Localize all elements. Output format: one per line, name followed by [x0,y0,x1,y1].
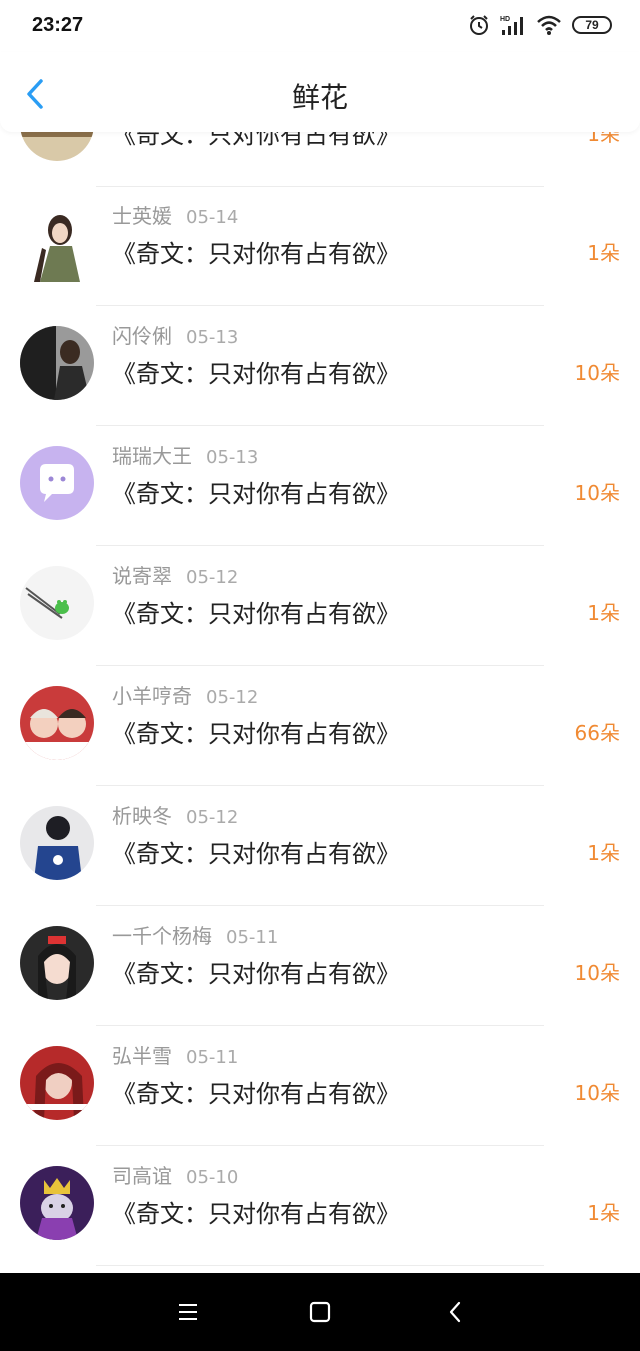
menu-button[interactable] [173,1297,203,1327]
wifi-icon [536,14,562,36]
status-time: 23:27 [32,14,84,36]
item-meta: 士英媛 05-14 [112,200,238,229]
flower-count: 1朵 [587,601,620,625]
flower-count: 1朵 [587,841,620,865]
list-item[interactable]: 小羊哼奇 05-12 《奇文：只对你有占有欲》 66朵 [0,666,640,786]
user-name: 说寄翠 [112,564,172,588]
book-title: 《奇文：只对你有占有欲》 [112,840,400,868]
avatar[interactable] [20,326,94,400]
list-item[interactable]: 一千个杨梅 05-11 《奇文：只对你有占有欲》 10朵 [0,906,640,1026]
divider [96,1265,544,1266]
list-item[interactable]: 瑞瑞大王 05-13 《奇文：只对你有占有欲》 10朵 [0,426,640,546]
item-meta: 弘半雪 05-11 [112,1040,238,1069]
book-title: 《奇文：只对你有占有欲》 [112,720,400,748]
user-name: 士英媛 [112,204,172,228]
home-button[interactable] [305,1297,335,1327]
book-title: 《奇文：只对你有占有欲》 [112,1080,400,1108]
flower-count: 1朵 [587,241,620,265]
item-date: 05-11 [186,1047,239,1068]
item-date: 05-12 [206,687,259,708]
avatar[interactable] [20,926,94,1000]
item-date: 05-10 [186,1167,239,1188]
page-title: 鲜花 [291,81,348,114]
avatar[interactable] [20,446,94,520]
item-meta: 闪伶俐 05-13 [112,320,238,349]
battery-icon: 79 [572,16,612,34]
avatar[interactable] [20,806,94,880]
item-meta: 小羊哼奇 05-12 [112,680,258,709]
status-bar: 23:27 HD 79 [0,0,640,52]
item-date: 05-11 [226,927,279,948]
list-item[interactable]: 说寄翠 05-12 《奇文：只对你有占有欲》 1朵 [0,546,640,666]
flower-count: 10朵 [574,961,620,985]
avatar[interactable] [20,208,94,282]
item-meta: 司高谊 05-10 [112,1160,238,1189]
user-name: 小羊哼奇 [112,684,192,708]
alarm-icon [468,14,490,36]
list-item[interactable]: 闪伶俐 05-13 《奇文：只对你有占有欲》 10朵 [0,306,640,426]
system-back-button[interactable] [440,1297,470,1327]
avatar[interactable] [20,1166,94,1240]
item-date: 05-14 [186,207,239,228]
system-nav-bar [0,1273,640,1351]
book-title: 《奇文：只对你有占有欲》 [112,480,400,508]
flower-count: 10朵 [574,1081,620,1105]
book-title: 《奇文：只对你有占有欲》 [112,600,400,628]
avatar[interactable] [20,566,94,640]
user-name: 瑞瑞大王 [112,444,192,468]
item-date: 05-13 [206,447,259,468]
book-title: 《奇文：只对你有占有欲》 [112,360,400,388]
user-name: 弘半雪 [112,1044,172,1068]
flower-count: 66朵 [574,721,620,745]
item-meta: 说寄翠 05-12 [112,560,238,589]
nav-bar: 鲜花 [0,52,640,132]
list-item[interactable]: 士英媛 05-14 《奇文：只对你有占有欲》 1朵 [0,186,640,306]
item-date: 05-13 [186,327,239,348]
menu-icon [179,1304,197,1320]
book-title: 《奇文：只对你有占有欲》 [112,1200,400,1228]
avatar[interactable] [20,1046,94,1120]
item-date: 05-12 [186,567,239,588]
square-icon [309,1301,331,1323]
list-item[interactable]: 弘半雪 05-11 《奇文：只对你有占有欲》 10朵 [0,1026,640,1146]
list-item[interactable]: 析映冬 05-12 《奇文：只对你有占有欲》 1朵 [0,786,640,906]
svg-text:HD: HD [500,16,510,23]
list-item[interactable]: 司高谊 05-10 《奇文：只对你有占有欲》 1朵 [0,1146,640,1266]
item-meta: 瑞瑞大王 05-13 [112,440,258,469]
flower-list[interactable]: 《奇文：只对你有占有欲》 1朵 士英媛 05-14 《奇文：只对你有占有欲》 1朵… [0,0,640,1273]
user-name: 闪伶俐 [112,324,172,348]
status-icons: HD 79 [468,14,612,36]
triangle-back-icon [449,1301,461,1323]
signal-icon: HD [500,14,526,36]
avatar[interactable] [20,686,94,760]
item-meta: 析映冬 05-12 [112,800,238,829]
flower-count: 10朵 [574,361,620,385]
book-title: 《奇文：只对你有占有欲》 [112,240,400,268]
user-name: 一千个杨梅 [112,924,212,948]
book-title: 《奇文：只对你有占有欲》 [112,960,400,988]
item-date: 05-12 [186,807,239,828]
user-name: 析映冬 [112,804,172,828]
flower-count: 1朵 [587,1201,620,1225]
item-meta: 一千个杨梅 05-11 [112,920,278,949]
user-name: 司高谊 [112,1164,172,1188]
flower-count: 10朵 [574,481,620,505]
